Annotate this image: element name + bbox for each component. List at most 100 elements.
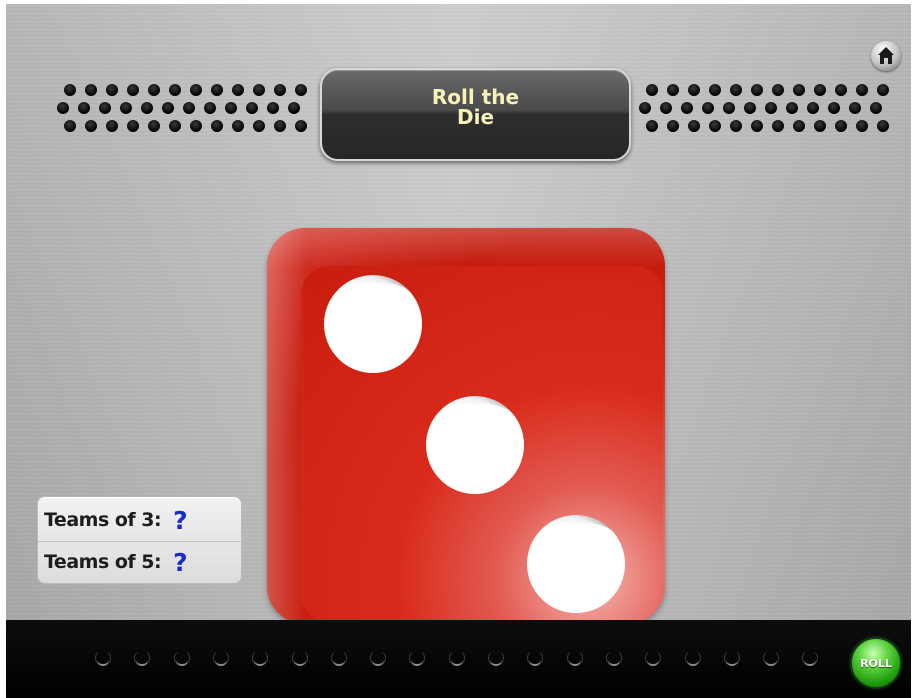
grille-hole: [169, 120, 181, 132]
teams-of-5-label: Teams of 5:: [44, 551, 162, 573]
grille-hole: [772, 120, 784, 132]
grille-hole: [870, 102, 882, 114]
progress-hole: [330, 650, 347, 666]
teams-of-3-answer[interactable]: ?: [173, 506, 188, 535]
grille-hole: [681, 102, 693, 114]
grille-hole: [204, 102, 216, 114]
grille-hole: [232, 84, 244, 96]
grille-hole: [814, 120, 826, 132]
grille-hole: [688, 120, 700, 132]
grille-hole: [814, 84, 826, 96]
grille-hole: [190, 84, 202, 96]
grille-hole: [64, 120, 76, 132]
progress-hole: [527, 650, 544, 666]
progress-hole: [134, 650, 151, 666]
grille-hole: [709, 120, 721, 132]
grille-hole: [225, 102, 237, 114]
progress-hole: [605, 650, 622, 666]
grille-hole: [765, 102, 777, 114]
grille-hole: [295, 84, 307, 96]
grille-hole: [246, 102, 258, 114]
team-row: Teams of 5: ?: [38, 541, 241, 583]
grille-hole: [730, 84, 742, 96]
die-pip: [426, 396, 524, 494]
progress-hole: [173, 650, 190, 666]
progress-hole: [723, 650, 740, 666]
grille-hole: [106, 84, 118, 96]
grille-hole: [57, 102, 69, 114]
grille-hole: [807, 102, 819, 114]
grille-hole: [751, 84, 763, 96]
home-button[interactable]: [871, 41, 901, 71]
speaker-grille-right: [638, 84, 890, 144]
die[interactable]: [267, 228, 665, 624]
grille-hole: [162, 102, 174, 114]
grille-hole: [267, 102, 279, 114]
grille-hole: [849, 102, 861, 114]
grille-hole: [148, 84, 160, 96]
grille-hole: [120, 102, 132, 114]
grille-hole: [253, 120, 265, 132]
grille-hole: [253, 84, 265, 96]
grille-hole: [288, 102, 300, 114]
progress-hole: [252, 650, 269, 666]
roll-button[interactable]: ROLL: [851, 638, 901, 688]
grille-hole: [688, 84, 700, 96]
grille-hole: [211, 120, 223, 132]
grille-hole: [274, 84, 286, 96]
progress-hole: [370, 650, 387, 666]
grille-hole: [877, 84, 889, 96]
grille-hole: [183, 102, 195, 114]
grille-hole: [835, 84, 847, 96]
grille-hole: [877, 120, 889, 132]
grille-hole: [85, 84, 97, 96]
die-pip: [324, 275, 422, 373]
grille-hole: [106, 120, 118, 132]
grille-hole: [793, 120, 805, 132]
grille-hole: [127, 84, 139, 96]
grille-hole: [274, 120, 286, 132]
bottom-bar: ROLL: [6, 620, 911, 698]
grille-hole: [835, 120, 847, 132]
teams-panel: Teams of 3: ? Teams of 5: ?: [37, 496, 242, 584]
grille-hole: [772, 84, 784, 96]
grille-hole: [646, 84, 658, 96]
grille-hole: [232, 120, 244, 132]
grille-hole: [646, 120, 658, 132]
grille-hole: [667, 84, 679, 96]
grille-hole: [751, 120, 763, 132]
progress-hole: [645, 650, 662, 666]
progress-hole: [409, 650, 426, 666]
teams-of-5-answer[interactable]: ?: [173, 548, 188, 577]
grille-hole: [709, 84, 721, 96]
home-icon: [878, 47, 894, 64]
progress-hole: [684, 650, 701, 666]
progress-hole: [488, 650, 504, 666]
grille-hole: [99, 102, 111, 114]
grille-hole: [211, 84, 223, 96]
grille-hole: [660, 102, 672, 114]
speaker-grille-left: [56, 84, 318, 144]
roll-button-label: ROLL: [860, 656, 892, 670]
grille-hole: [667, 120, 679, 132]
grille-hole: [730, 120, 742, 132]
progress-hole: [566, 650, 583, 666]
grille-hole: [723, 102, 735, 114]
grille-hole: [64, 84, 76, 96]
teams-of-3-label: Teams of 3:: [44, 509, 162, 531]
grille-hole: [856, 84, 868, 96]
team-row: Teams of 3: ?: [38, 499, 241, 542]
grille-hole: [793, 84, 805, 96]
grille-hole: [85, 120, 97, 132]
grille-hole: [828, 102, 840, 114]
page-title: Roll the Die: [431, 84, 520, 129]
grille-hole: [639, 102, 651, 114]
title-banner: Roll the Die: [320, 68, 631, 161]
grille-hole: [141, 102, 153, 114]
grille-hole: [744, 102, 756, 114]
grille-hole: [190, 120, 202, 132]
grille-hole: [786, 102, 798, 114]
grille-hole: [148, 120, 160, 132]
progress-hole: [802, 650, 819, 666]
grille-hole: [702, 102, 714, 114]
